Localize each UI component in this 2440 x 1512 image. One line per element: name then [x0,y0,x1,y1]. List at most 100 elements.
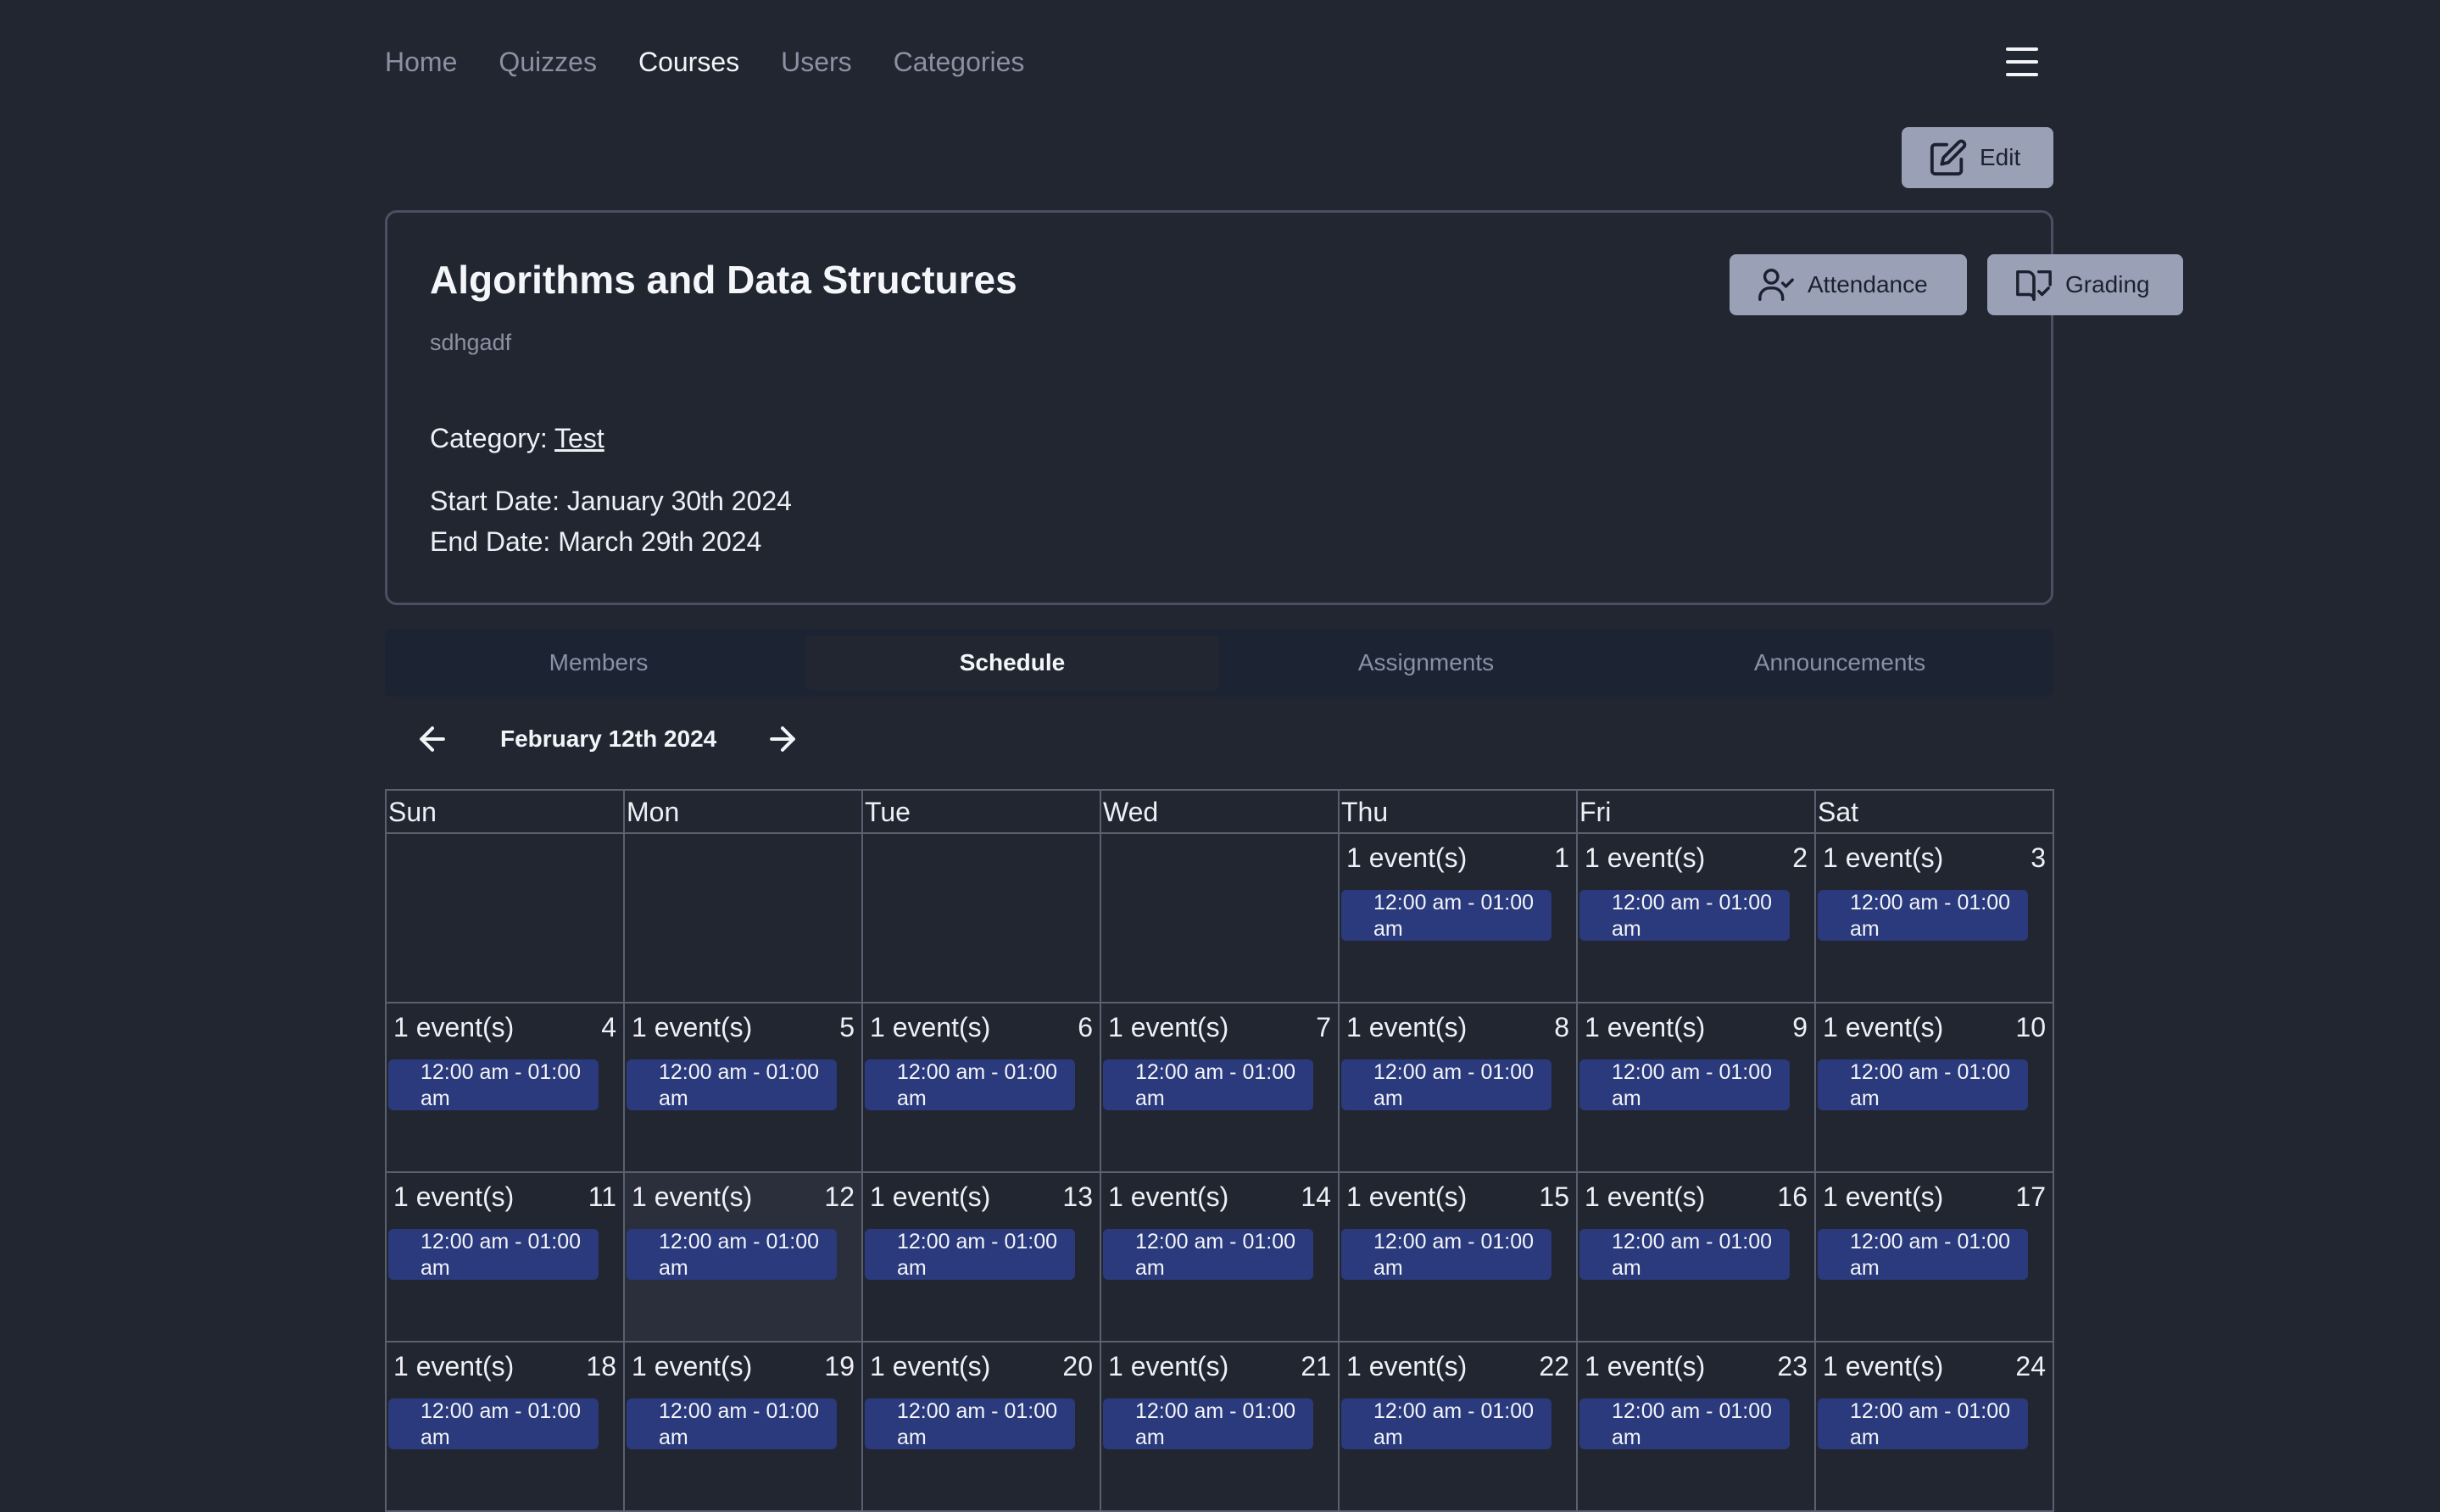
edit-button[interactable]: Edit [1902,127,2053,188]
calendar-day-cell[interactable]: 1 event(s) 4 12:00 am - 01:00 am [387,1003,625,1173]
calendar-day-cell[interactable]: 1 event(s) 13 12:00 am - 01:00 am [863,1173,1101,1342]
nav-home[interactable]: Home [385,41,457,83]
tab-announcements[interactable]: Announcements [1633,636,2047,690]
event-count: 1 event(s) [393,1181,515,1212]
calendar-event[interactable]: 12:00 am - 01:00 am [627,1229,837,1280]
calendar-day-cell[interactable]: 1 event(s) 8 12:00 am - 01:00 am [1340,1003,1578,1173]
weekday-header: Sun [387,791,625,834]
calendar-event[interactable]: 12:00 am - 01:00 am [1103,1229,1313,1280]
calendar-event[interactable]: 12:00 am - 01:00 am [1103,1059,1313,1110]
calendar-event[interactable]: 12:00 am - 01:00 am [1818,890,2028,941]
calendar-grid: Sun Mon Tue Wed Thu Fri Sat 1 event(s) 1 12:00 am… [385,789,2054,1512]
calendar-event[interactable]: 12:00 am - 01:00 am [1579,1398,1790,1449]
category-link[interactable]: Test [554,423,604,453]
calendar-event[interactable]: 12:00 am - 01:00 am [388,1059,599,1110]
event-count: 1 event(s) [1108,1012,1229,1042]
calendar-day-cell[interactable]: 1 event(s) 12 12:00 am - 01:00 am [625,1173,863,1342]
day-number: 1 [1554,842,1569,873]
nav-quizzes[interactable]: Quizzes [499,41,597,83]
calendar-event[interactable]: 12:00 am - 01:00 am [865,1059,1075,1110]
calendar-event[interactable]: 12:00 am - 01:00 am [865,1398,1075,1449]
calendar-event[interactable]: 12:00 am - 01:00 am [1341,1059,1551,1110]
day-number: 3 [2031,842,2046,873]
tab-schedule[interactable]: Schedule [805,636,1219,690]
calendar-day-cell[interactable]: 1 event(s) 21 12:00 am - 01:00 am [1101,1342,1340,1512]
day-number: 12 [824,1181,855,1212]
day-number: 16 [1777,1181,1808,1212]
calendar-event[interactable]: 12:00 am - 01:00 am [1341,890,1551,941]
calendar-day-cell[interactable]: 1 event(s) 5 12:00 am - 01:00 am [625,1003,863,1173]
calendar-day-cell[interactable]: 1 event(s) 15 12:00 am - 01:00 am [1340,1173,1578,1342]
tab-members[interactable]: Members [392,636,805,690]
calendar-event[interactable]: 12:00 am - 01:00 am [1818,1229,2028,1280]
event-count: 1 event(s) [1346,1012,1468,1042]
calendar-day-cell[interactable]: 1 event(s) 2 12:00 am - 01:00 am [1578,834,1816,1003]
calendar-day-cell[interactable] [1101,834,1340,1003]
calendar-day-cell[interactable]: 1 event(s) 3 12:00 am - 01:00 am [1816,834,2054,1003]
attendance-button[interactable]: Attendance [1730,254,1967,315]
calendar-day-cell[interactable] [625,834,863,1003]
start-date: Start Date: January 30th 2024 [430,486,792,516]
event-count: 1 event(s) [1108,1351,1229,1381]
calendar-event[interactable]: 12:00 am - 01:00 am [1579,890,1790,941]
day-number: 13 [1062,1181,1093,1212]
day-number: 2 [1792,842,1808,873]
nav-users[interactable]: Users [781,41,852,83]
calendar-event[interactable]: 12:00 am - 01:00 am [1341,1398,1551,1449]
nav-categories[interactable]: Categories [894,41,1025,83]
course-tabs: Members Schedule Assignments Announcemen… [385,629,2053,697]
calendar-day-cell[interactable]: 1 event(s) 16 12:00 am - 01:00 am [1578,1173,1816,1342]
arrow-right-icon[interactable] [764,720,801,758]
grading-button[interactable]: Grading [1987,254,2183,315]
calendar-event[interactable]: 12:00 am - 01:00 am [1579,1059,1790,1110]
calendar-day-cell[interactable]: 1 event(s) 17 12:00 am - 01:00 am [1816,1173,2054,1342]
calendar-event[interactable]: 12:00 am - 01:00 am [1341,1229,1551,1280]
day-number: 17 [2015,1181,2046,1212]
event-count: 1 event(s) [1585,1012,1706,1042]
calendar-day-cell[interactable]: 1 event(s) 24 12:00 am - 01:00 am [1816,1342,2054,1512]
end-date: End Date: March 29th 2024 [430,526,762,557]
day-number: 4 [601,1012,616,1042]
top-nav: Home Quizzes Courses Users Categories [385,41,1024,83]
calendar-event[interactable]: 12:00 am - 01:00 am [388,1398,599,1449]
calendar-day-cell[interactable]: 1 event(s) 18 12:00 am - 01:00 am [387,1342,625,1512]
event-count: 1 event(s) [1346,842,1468,873]
calendar-event[interactable]: 12:00 am - 01:00 am [627,1059,837,1110]
day-number: 19 [824,1351,855,1381]
weekday-header: Wed [1101,791,1340,834]
calendar-event[interactable]: 12:00 am - 01:00 am [388,1229,599,1280]
nav-courses[interactable]: Courses [638,41,739,83]
menu-icon[interactable] [2006,47,2038,76]
user-check-icon [1758,269,1794,301]
arrow-left-icon[interactable] [414,720,451,758]
calendar-day-cell[interactable]: 1 event(s) 9 12:00 am - 01:00 am [1578,1003,1816,1173]
event-count: 1 event(s) [1585,1181,1706,1212]
day-number: 23 [1777,1351,1808,1381]
calendar-day-cell[interactable]: 1 event(s) 1 12:00 am - 01:00 am [1340,834,1578,1003]
calendar-day-cell[interactable]: 1 event(s) 6 12:00 am - 01:00 am [863,1003,1101,1173]
event-count: 1 event(s) [632,1012,753,1042]
calendar-day-cell[interactable]: 1 event(s) 11 12:00 am - 01:00 am [387,1173,625,1342]
calendar-day-cell[interactable]: 1 event(s) 19 12:00 am - 01:00 am [625,1342,863,1512]
calendar-day-cell[interactable]: 1 event(s) 23 12:00 am - 01:00 am [1578,1342,1816,1512]
calendar-event[interactable]: 12:00 am - 01:00 am [627,1398,837,1449]
day-number: 18 [586,1351,616,1381]
calendar-event[interactable]: 12:00 am - 01:00 am [1818,1059,2028,1110]
calendar-day-cell[interactable] [387,834,625,1003]
calendar-day-cell[interactable]: 1 event(s) 7 12:00 am - 01:00 am [1101,1003,1340,1173]
calendar-navigation: February 12th 2024 [414,714,801,764]
calendar-day-cell[interactable]: 1 event(s) 20 12:00 am - 01:00 am [863,1342,1101,1512]
calendar-event[interactable]: 12:00 am - 01:00 am [1818,1398,2028,1449]
tab-assignments[interactable]: Assignments [1219,636,1633,690]
calendar-event[interactable]: 12:00 am - 01:00 am [865,1229,1075,1280]
calendar-event[interactable]: 12:00 am - 01:00 am [1103,1398,1313,1449]
current-date: February 12th 2024 [500,725,717,752]
calendar-day-cell[interactable]: 1 event(s) 14 12:00 am - 01:00 am [1101,1173,1340,1342]
calendar-day-cell[interactable]: 1 event(s) 10 12:00 am - 01:00 am [1816,1003,2054,1173]
calendar-day-cell[interactable]: 1 event(s) 22 12:00 am - 01:00 am [1340,1342,1578,1512]
edit-button-label: Edit [1980,144,2021,170]
weekday-header: Tue [863,791,1101,834]
calendar-event[interactable]: 12:00 am - 01:00 am [1579,1229,1790,1280]
calendar-day-cell[interactable] [863,834,1101,1003]
day-number: 14 [1301,1181,1331,1212]
